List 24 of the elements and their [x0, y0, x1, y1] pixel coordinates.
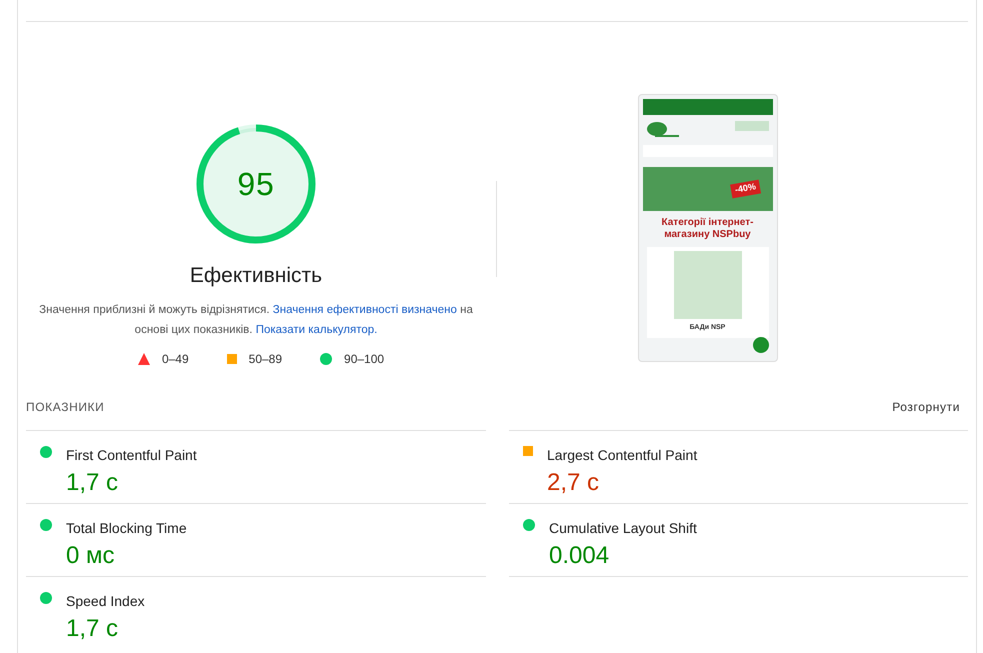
photo-placeholder: [674, 251, 742, 319]
legend-label: 90–100: [344, 350, 384, 368]
expand-toggle[interactable]: Розгорнути: [892, 398, 960, 416]
metric-value: 0.004: [549, 541, 610, 571]
category-heading: Категорії інтернет-магазину NSPbuy: [660, 217, 754, 241]
section-title: ПОКАЗНИКИ: [26, 399, 104, 416]
metric-name: First Contentful Paint: [66, 446, 197, 465]
score-value: 95: [237, 165, 275, 204]
metric-value: 1,7 с: [66, 614, 120, 644]
link[interactable]: Значення ефективності визначено: [272, 304, 457, 316]
score-description: Значення приблизні й можуть відрізнятися. Значення ефективності визначено на основі цих показників. Показати калькулятор.: [38, 302, 474, 338]
metric-value: 1,7 с: [66, 468, 120, 498]
metric-name: Largest Contentful Paint: [547, 446, 698, 465]
logo-icon: [646, 121, 680, 139]
metric-name: Speed Index: [66, 592, 145, 611]
metric-name: Cumulative Layout Shift: [549, 519, 697, 538]
discount-badge: -40%: [730, 180, 762, 198]
metric-value: 0 мс: [66, 541, 116, 571]
gauge-title: Ефективність: [190, 263, 322, 289]
metric-value: 2,7 с: [547, 468, 600, 498]
metric-name: Total Blocking Time: [66, 519, 187, 538]
legend-label: 50–89: [248, 350, 282, 368]
legend-label: 0–49: [162, 350, 189, 368]
link[interactable]: Показати калькулятор.: [256, 324, 378, 336]
